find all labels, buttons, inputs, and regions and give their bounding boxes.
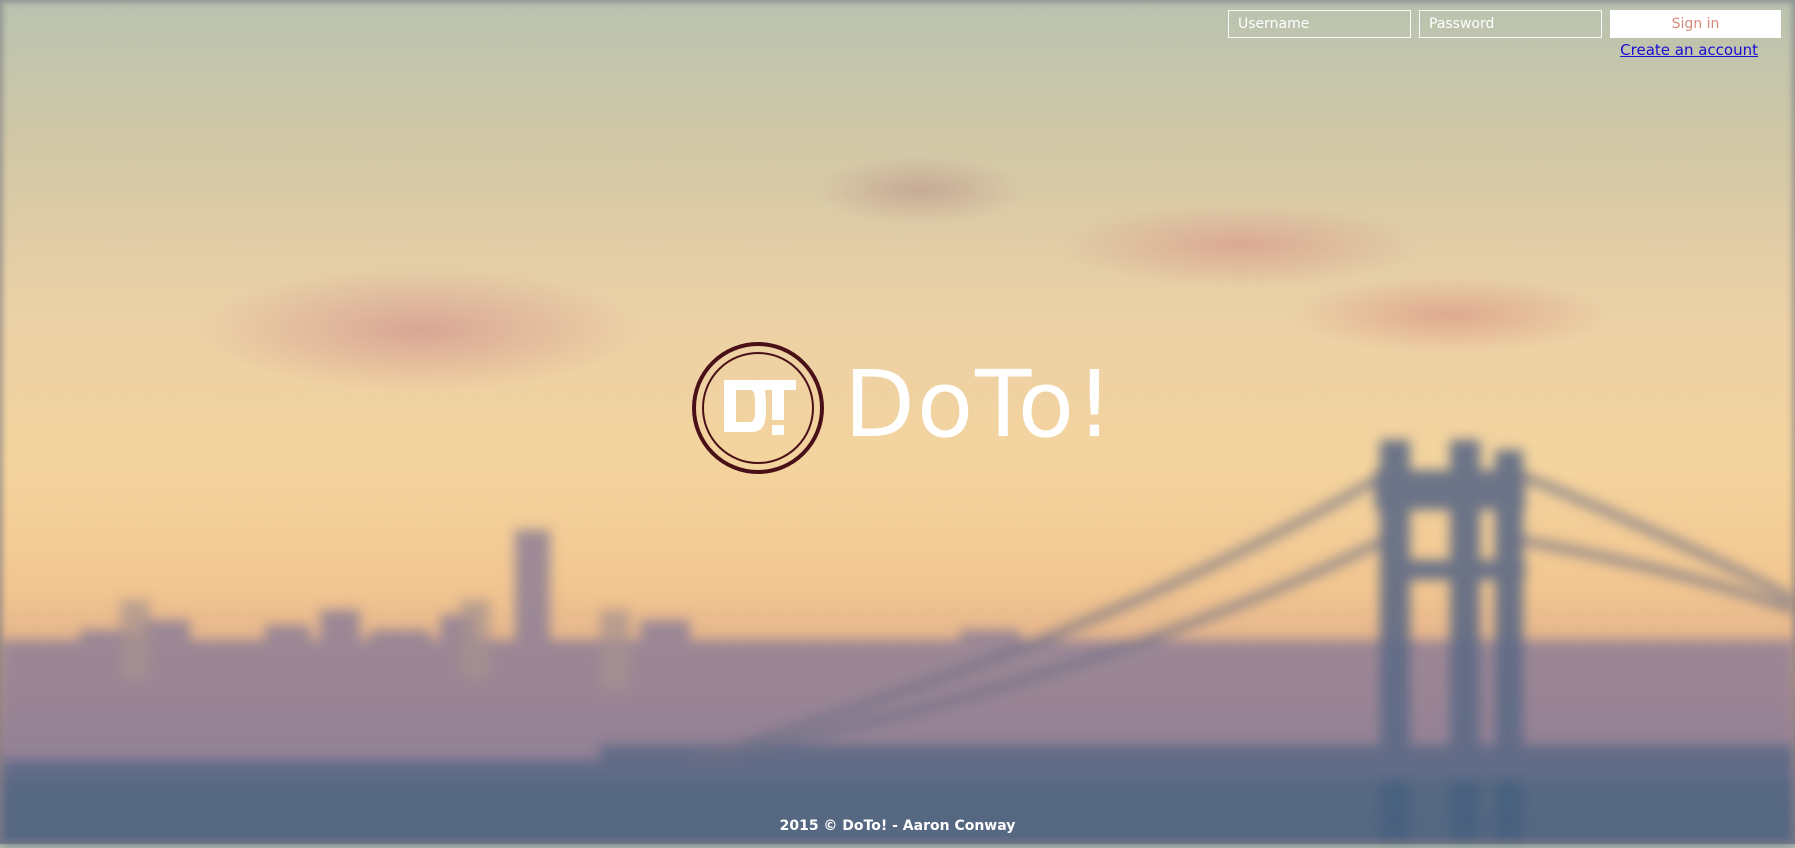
app-name: DoTo!: [844, 351, 1115, 458]
footer-copyright: 2015 © DoTo! - Aaron Conway: [779, 818, 1016, 834]
create-account-link[interactable]: Create an account: [1620, 41, 1758, 59]
password-input[interactable]: [1419, 10, 1602, 38]
sign-in-button[interactable]: Sign in: [1610, 10, 1781, 38]
username-input[interactable]: [1228, 10, 1411, 38]
doto-logo-icon: [724, 380, 796, 435]
login-form: Sign in Create an account: [1228, 10, 1788, 60]
